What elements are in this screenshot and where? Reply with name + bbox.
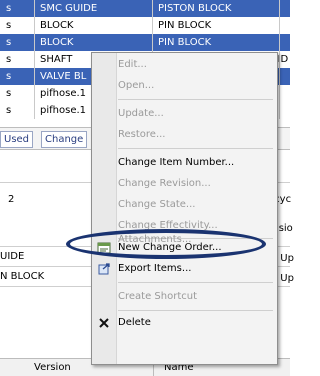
table-cell: s [6, 71, 12, 82]
table-cell: s [6, 3, 12, 14]
menu-item-change-revision[interactable]: Change Revision... [118, 175, 211, 193]
menu-item-create-shortcut[interactable]: Create Shortcut [118, 288, 197, 306]
table-cell: SMC GUIDE [40, 3, 98, 14]
table-cell: s [6, 88, 12, 99]
menu-item-change-item-number[interactable]: Change Item Number... [118, 154, 234, 172]
menu-separator [118, 148, 273, 149]
context-menu: Edit... Open... Update... Restore... Cha… [91, 52, 278, 365]
menu-item-change-state[interactable]: Change State... [118, 196, 195, 214]
table-cell: s [6, 37, 12, 48]
export-icon [97, 262, 111, 276]
column-divider [279, 0, 280, 119]
menu-item-restore[interactable]: Restore... [118, 126, 165, 144]
table-cell: BLOCK [40, 20, 74, 31]
table-row[interactable]: s BLOCK PIN BLOCK [0, 34, 290, 51]
table-row[interactable]: s SMC GUIDE PISTON BLOCK [0, 0, 290, 17]
delete-x-icon [97, 316, 111, 330]
menu-item-update[interactable]: Update... [118, 105, 164, 123]
menu-item-open[interactable]: Open... [118, 77, 154, 95]
menu-item-delete[interactable]: Delete [118, 314, 151, 332]
details-value: 2 [8, 194, 15, 205]
menu-item-edit[interactable]: Edit... [118, 56, 147, 74]
table-cell: PIN BLOCK [158, 20, 212, 31]
column-header-version[interactable]: Version [34, 359, 71, 376]
table-row[interactable]: s BLOCK PIN BLOCK [0, 17, 290, 34]
tab-used[interactable]: Used [0, 131, 34, 148]
details-value: UIDE [0, 251, 25, 262]
menu-separator [118, 310, 273, 311]
table-cell: PISTON BLOCK [158, 3, 232, 14]
menu-separator [118, 99, 273, 100]
menu-item-export-items[interactable]: Export Items... [118, 260, 191, 278]
details-value: N BLOCK [0, 271, 45, 282]
highlight-annotation-oval [66, 229, 266, 259]
table-cell: s [6, 54, 12, 65]
tab-change[interactable]: Change [41, 131, 88, 148]
table-cell: s [6, 105, 12, 116]
menu-separator [118, 282, 273, 283]
table-cell: BLOCK [40, 37, 74, 48]
column-divider [34, 0, 35, 119]
table-cell: s [6, 20, 12, 31]
table-cell: PIN BLOCK [158, 37, 212, 48]
